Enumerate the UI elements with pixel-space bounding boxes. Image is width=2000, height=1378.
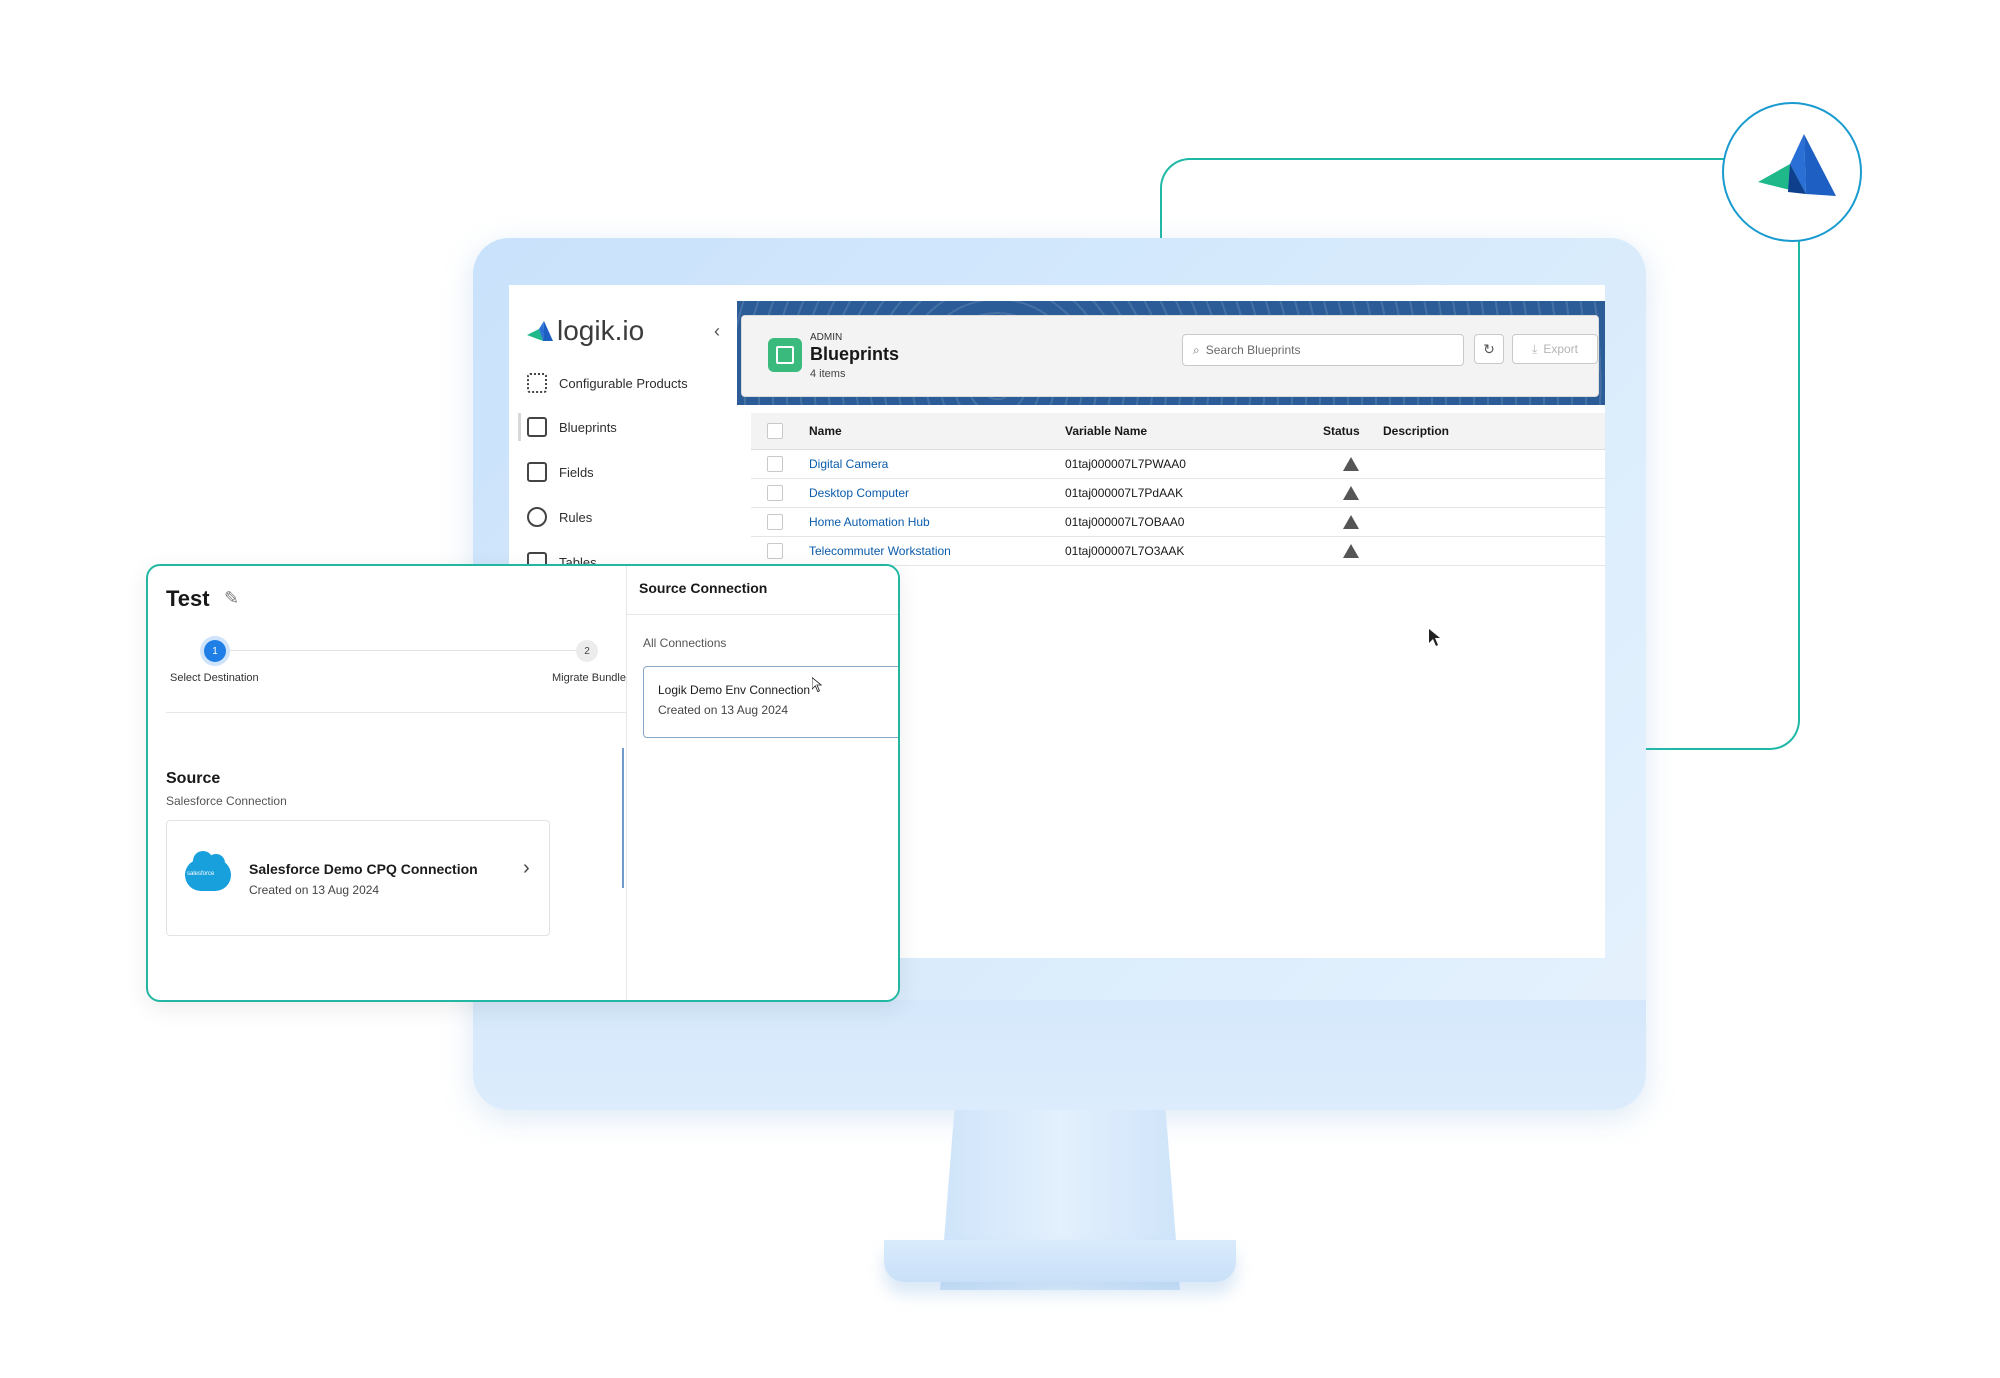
source-card-date: Created on 13 Aug 2024 <box>249 883 380 897</box>
collapse-chevron-icon[interactable]: ‹ <box>714 321 720 342</box>
warning-icon <box>1343 457 1359 471</box>
source-heading: Source <box>166 770 221 787</box>
brand-name: logik.io <box>557 315 645 346</box>
mouse-cursor-icon <box>1429 629 1441 652</box>
item-count: 4 items <box>810 368 846 380</box>
sidebar-item-rules[interactable]: Rules <box>527 503 592 531</box>
variable-name: 01taj000007L7PWAA0 <box>1065 456 1186 471</box>
panel-scroll-indicator <box>622 748 624 888</box>
blueprint-name-link[interactable]: Desktop Computer <box>809 478 909 507</box>
source-card-title: Salesforce Demo CPQ Connection <box>249 861 478 877</box>
warning-icon <box>1343 486 1359 500</box>
blueprints-app-icon <box>768 338 802 372</box>
export-label: Export <box>1543 342 1578 356</box>
export-button[interactable]: ⤓ Export <box>1512 334 1598 364</box>
sidebar-item-label: Configurable Products <box>559 375 688 391</box>
barcode-grid-icon <box>527 373 547 393</box>
source-connection-card[interactable]: salesforce Salesforce Demo CPQ Connectio… <box>166 820 550 936</box>
paper-plane-icon <box>1758 134 1836 196</box>
sidebar-item-label: Rules <box>559 509 593 525</box>
sidebar-item-configurable-products[interactable]: Configurable Products <box>527 369 688 397</box>
column-header-name[interactable]: Name <box>809 416 842 445</box>
table-header: Name Variable Name Status Description <box>751 413 1605 450</box>
step-2-dot[interactable]: 2 <box>576 640 598 662</box>
blueprint-icon <box>527 417 547 437</box>
divider <box>166 712 626 713</box>
chevron-right-icon[interactable]: › <box>523 857 530 880</box>
blueprint-name-link[interactable]: Digital Camera <box>809 449 888 478</box>
logik-logo-icon <box>527 321 553 348</box>
step-1-dot[interactable]: 1 <box>204 640 226 662</box>
warning-icon <box>1343 544 1359 558</box>
edit-pencil-icon[interactable]: ✎ <box>224 588 239 609</box>
variable-name: 01taj000007L7PdAAK <box>1065 485 1184 500</box>
table-row[interactable]: Home Automation Hub 01taj000007L7OBAA0 <box>751 507 1605 537</box>
table-row[interactable]: Digital Camera 01taj000007L7PWAA0 <box>751 449 1605 479</box>
source-subheading: Salesforce Connection <box>166 794 287 808</box>
column-header-status[interactable]: Status <box>1323 416 1360 445</box>
connector-line-right <box>1646 238 1800 750</box>
blueprint-name-link[interactable]: Home Automation Hub <box>809 507 930 536</box>
panel-divider <box>627 614 898 615</box>
row-checkbox[interactable] <box>767 456 783 472</box>
search-icon: ⌕ <box>1193 342 1200 357</box>
dialog-title: Test <box>166 586 210 611</box>
panel-title: Source Connection <box>639 580 768 596</box>
page-eyebrow: ADMIN <box>810 332 843 343</box>
monitor-base <box>884 1240 1236 1282</box>
download-icon: ⤓ <box>1532 341 1538 356</box>
column-header-description[interactable]: Description <box>1383 416 1449 445</box>
search-input[interactable]: ⌕ Search Blueprints <box>1182 334 1464 366</box>
rules-network-icon <box>527 507 547 527</box>
source-connection-panel: Source Connection All Connections Logik … <box>626 566 898 1000</box>
table-row[interactable]: Desktop Computer 01taj000007L7PdAAK <box>751 478 1605 508</box>
connector-line-top <box>1160 158 1732 242</box>
row-checkbox[interactable] <box>767 514 783 530</box>
refresh-icon: ↻ <box>1483 340 1495 357</box>
warning-icon <box>1343 515 1359 529</box>
step-1-label: Select Destination <box>170 672 259 684</box>
column-header-variable-name[interactable]: Variable Name <box>1065 416 1147 445</box>
connection-date: Created on 13 Aug 2024 <box>658 703 789 717</box>
field-icon <box>527 462 547 482</box>
connection-option[interactable]: Logik Demo Env Connection Created on 13 … <box>643 666 898 738</box>
page-title: Blueprints <box>810 344 900 364</box>
sidebar-item-blueprints[interactable]: Blueprints <box>518 413 617 441</box>
stepper-track <box>218 650 598 651</box>
blueprint-name-link[interactable]: Telecommuter Workstation <box>809 536 951 565</box>
connection-title: Logik Demo Env Connection <box>658 683 811 697</box>
row-checkbox[interactable] <box>767 543 783 559</box>
sidebar-item-fields[interactable]: Fields <box>527 458 594 486</box>
refresh-button[interactable]: ↻ <box>1474 334 1504 364</box>
step-2-label: Migrate Bundle <box>552 672 626 684</box>
sidebar-item-label: Fields <box>559 464 594 480</box>
mouse-cursor-icon <box>811 676 823 698</box>
search-placeholder: Search Blueprints <box>1205 343 1301 357</box>
logik-logo-badge <box>1722 102 1862 242</box>
page-header: ADMIN Blueprints 4 items ⌕ Search Bluepr… <box>741 315 1599 397</box>
row-checkbox[interactable] <box>767 485 783 501</box>
all-connections-label: All Connections <box>643 636 727 650</box>
monitor-chin <box>473 1000 1646 1110</box>
salesforce-logo-text: salesforce <box>187 871 215 877</box>
migration-dialog: Test ✎ 1 Select Destination 2 Migrate Bu… <box>146 564 900 1002</box>
sidebar-item-label: Blueprints <box>559 419 617 435</box>
table-row[interactable]: Telecommuter Workstation 01taj000007L7O3… <box>751 536 1605 566</box>
select-all-checkbox[interactable] <box>767 423 783 439</box>
variable-name: 01taj000007L7O3AAK <box>1065 543 1185 558</box>
variable-name: 01taj000007L7OBAA0 <box>1065 514 1185 529</box>
